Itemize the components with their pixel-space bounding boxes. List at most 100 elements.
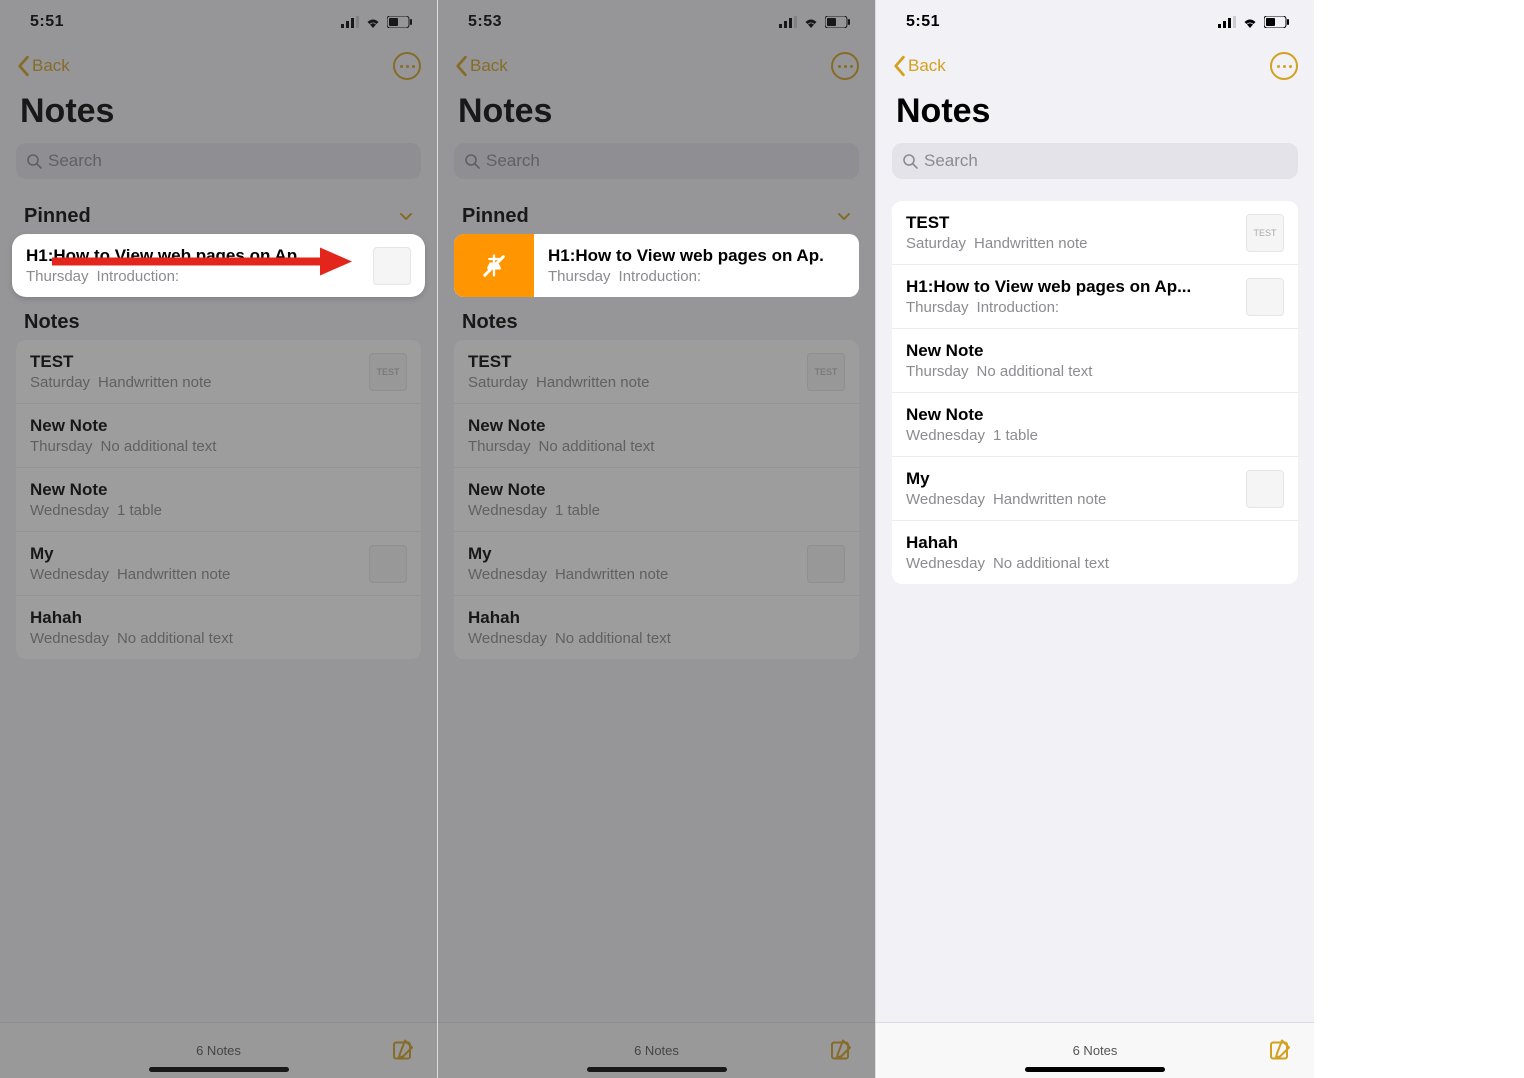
note-title: H1:How to View web pages on Ap... — [906, 277, 1238, 297]
more-button[interactable] — [831, 52, 859, 80]
pinned-header[interactable]: Pinned — [0, 191, 437, 234]
note-meta: WednesdayHandwritten note — [30, 566, 361, 583]
search-input[interactable]: Search — [16, 143, 421, 179]
chevron-down-icon — [837, 205, 851, 228]
note-row[interactable]: New NoteThursdayNo additional text — [892, 329, 1298, 393]
battery-icon — [1264, 13, 1290, 31]
battery-icon — [387, 13, 413, 31]
status-time: 5:51 — [30, 13, 64, 31]
note-row[interactable]: New NoteWednesday1 table — [16, 468, 421, 532]
note-title: New Note — [468, 480, 845, 500]
content: Pinned H1:How to View web pages on Ap. T… — [438, 191, 875, 1022]
search-input[interactable]: Search — [892, 143, 1298, 179]
status-indicators — [1218, 13, 1290, 31]
back-label: Back — [32, 56, 70, 76]
content: Pinned H1:How to View web pages on Ap Th… — [0, 191, 437, 1022]
note-meta: Wednesday1 table — [30, 502, 407, 519]
note-row[interactable]: New NoteWednesday1 table — [892, 393, 1298, 457]
note-title: My — [468, 544, 799, 564]
battery-icon — [825, 13, 851, 31]
compose-button[interactable] — [1268, 1037, 1292, 1064]
note-title: TEST — [468, 352, 799, 372]
toolbar: 6 Notes — [876, 1022, 1314, 1078]
note-title: New Note — [906, 405, 1284, 425]
note-title: Hahah — [30, 608, 407, 628]
note-row[interactable]: MyWednesdayHandwritten note — [892, 457, 1298, 521]
note-row[interactable]: New NoteThursdayNo additional text — [454, 404, 859, 468]
back-button[interactable]: Back — [892, 55, 946, 77]
status-indicators — [779, 13, 851, 31]
nav-bar: Back — [438, 44, 875, 88]
note-meta: ThursdayIntroduction: — [906, 299, 1238, 316]
status-bar: 5:51 — [876, 0, 1314, 44]
note-row[interactable]: HahahWednesdayNo additional text — [454, 596, 859, 659]
compose-button[interactable] — [829, 1037, 853, 1064]
note-title: H1:How to View web pages on Ap. — [548, 246, 845, 266]
screen-swipe-unpin: 5:53 Back Notes Search Pinned H1:How to … — [438, 0, 876, 1078]
note-title: Hahah — [906, 533, 1284, 553]
note-row[interactable]: New NoteThursdayNo additional text — [16, 404, 421, 468]
pinned-label: Pinned — [462, 205, 529, 228]
cellular-icon — [779, 13, 797, 31]
note-meta: SaturdayHandwritten note — [30, 374, 361, 391]
note-meta: WednesdayNo additional text — [906, 555, 1284, 572]
wifi-icon — [365, 13, 381, 31]
toolbar: 6 Notes — [0, 1022, 437, 1078]
home-indicator[interactable] — [1025, 1067, 1165, 1072]
note-count: 6 Notes — [1073, 1043, 1118, 1058]
home-indicator[interactable] — [149, 1067, 289, 1072]
note-thumb-icon — [369, 545, 407, 583]
back-button[interactable]: Back — [16, 55, 70, 77]
search-placeholder: Search — [486, 151, 540, 171]
note-row[interactable]: HahahWednesdayNo additional text — [16, 596, 421, 659]
screen-unpinned-result: 5:51 Back Notes Search TESTSaturdayHandw… — [876, 0, 1314, 1078]
note-thumb-icon: TEST — [1246, 214, 1284, 252]
note-row[interactable]: TESTSaturdayHandwritten noteTEST — [454, 340, 859, 404]
note-row[interactable]: Hahah WednesdayNo additional text — [892, 521, 1298, 584]
pinned-header[interactable]: Pinned — [438, 191, 875, 234]
note-thumb-icon — [1246, 278, 1284, 316]
notes-header: Notes — [0, 297, 437, 340]
notes-list: TESTSaturdayHandwritten noteTESTNew Note… — [16, 340, 421, 659]
note-row[interactable]: H1:How to View web pages on Ap... Thursda… — [892, 265, 1298, 329]
note-meta: WednesdayHandwritten note — [468, 566, 799, 583]
note-row[interactable]: My WednesdayHandwritten note — [454, 532, 859, 596]
search-icon — [902, 153, 918, 169]
content: TESTSaturdayHandwritten noteTESTH1:How t… — [876, 191, 1314, 1022]
more-button[interactable] — [393, 52, 421, 80]
note-meta: SaturdayHandwritten note — [468, 374, 799, 391]
note-row[interactable]: TESTSaturdayHandwritten noteTEST — [892, 201, 1298, 265]
arrow-annotation — [52, 248, 352, 281]
blank — [1314, 0, 1524, 1078]
note-title: My — [30, 544, 361, 564]
note-meta: WednesdayHandwritten note — [906, 491, 1238, 508]
search-input[interactable]: Search — [454, 143, 859, 179]
chevron-down-icon — [399, 205, 413, 228]
note-meta: ThursdayIntroduction: — [548, 268, 845, 285]
status-bar: 5:53 — [438, 0, 875, 44]
note-title: New Note — [30, 416, 407, 436]
note-row[interactable]: TESTSaturdayHandwritten noteTEST — [16, 340, 421, 404]
note-row[interactable]: New Note Wednesday1 table — [454, 468, 859, 532]
back-button[interactable]: Back — [454, 55, 508, 77]
unpin-icon — [480, 252, 508, 280]
pinned-note-swipe-row[interactable]: H1:How to View web pages on Ap. Thursday… — [454, 234, 859, 297]
status-bar: 5:51 — [0, 0, 437, 44]
screen-pinned-highlight: 5:51 Back Notes Search Pinned H1:How to … — [0, 0, 438, 1078]
home-indicator[interactable] — [587, 1067, 727, 1072]
pinned-note-row[interactable]: H1:How to View web pages on Ap ThursdayI… — [12, 234, 425, 297]
back-label: Back — [908, 56, 946, 76]
note-meta: Wednesday1 table — [468, 502, 845, 519]
compose-button[interactable] — [391, 1037, 415, 1064]
status-indicators — [341, 13, 413, 31]
more-button[interactable] — [1270, 52, 1298, 80]
note-title: Hahah — [468, 608, 845, 628]
notes-label: Notes — [462, 311, 518, 334]
notes-label: Notes — [24, 311, 80, 334]
unpin-action[interactable] — [454, 234, 534, 297]
note-count: 6 Notes — [634, 1043, 679, 1058]
note-row[interactable]: My WednesdayHandwritten note — [16, 532, 421, 596]
notes-list: TESTSaturdayHandwritten noteTESTH1:How t… — [892, 201, 1298, 584]
note-title: TEST — [30, 352, 361, 372]
note-thumb-icon — [807, 545, 845, 583]
